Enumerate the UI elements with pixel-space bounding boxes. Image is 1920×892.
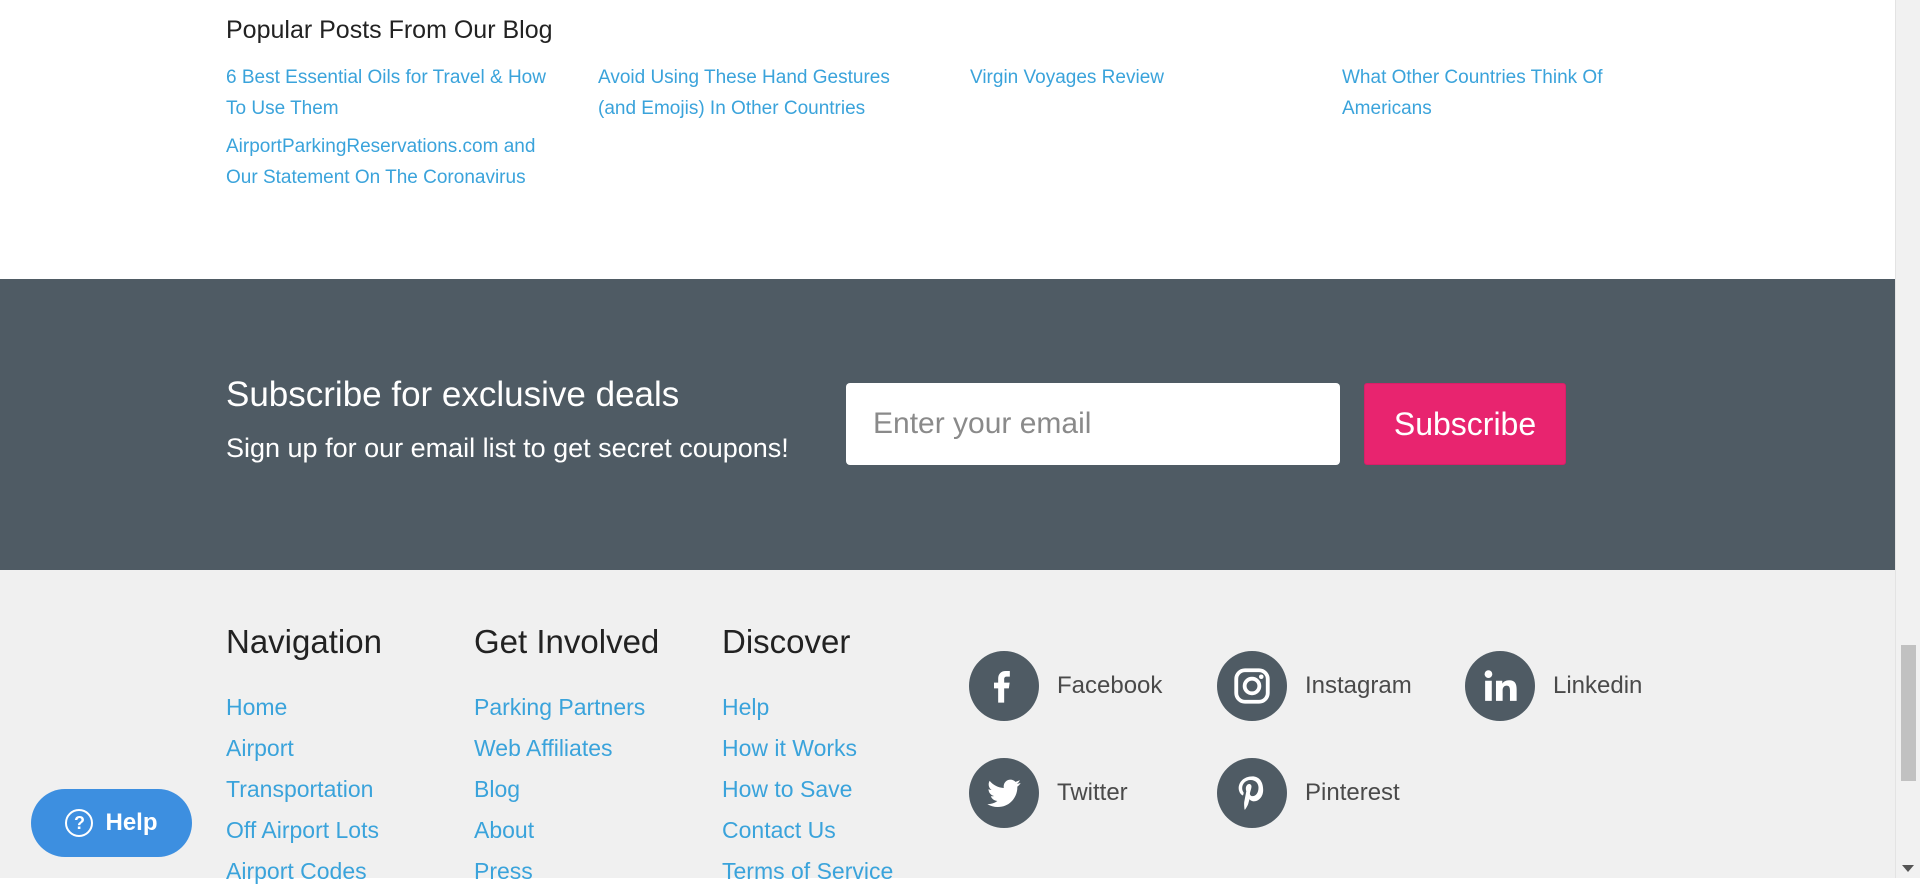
list-item: How to Save bbox=[722, 769, 893, 810]
social-link-twitter[interactable]: Twitter bbox=[969, 758, 1128, 828]
popular-posts-section: Popular Posts From Our Blog 6 Best Essen… bbox=[0, 0, 1895, 279]
email-input[interactable] bbox=[846, 383, 1340, 465]
list-item: Airport bbox=[226, 728, 379, 769]
footer-link-blog[interactable]: Blog bbox=[474, 776, 520, 802]
list-item: Terms of Service bbox=[722, 851, 893, 892]
blog-post-link[interactable]: Virgin Voyages Review bbox=[970, 62, 1290, 93]
footer-column-heading: Navigation bbox=[226, 623, 382, 660]
blog-post-link[interactable]: Avoid Using These Hand Gestures (and Emo… bbox=[598, 62, 918, 124]
footer-link-list: Help How it Works How to Save Contact Us… bbox=[722, 687, 893, 892]
subscribe-heading: Subscribe for exclusive deals bbox=[226, 375, 680, 414]
footer-link-parking-partners[interactable]: Parking Partners bbox=[474, 694, 645, 720]
footer-link-how-it-works[interactable]: How it Works bbox=[722, 735, 857, 761]
footer-link-help[interactable]: Help bbox=[722, 694, 769, 720]
linkedin-icon bbox=[1465, 651, 1535, 721]
social-link-pinterest[interactable]: Pinterest bbox=[1217, 758, 1400, 828]
footer-link-airport[interactable]: Airport bbox=[226, 735, 294, 761]
footer-link-list: Home Airport Transportation Off Airport … bbox=[226, 687, 379, 892]
footer-link-transportation[interactable]: Transportation bbox=[226, 776, 373, 802]
scrollbar-thumb[interactable] bbox=[1901, 645, 1916, 781]
footer-link-home[interactable]: Home bbox=[226, 694, 287, 720]
scroll-down-arrow-icon[interactable] bbox=[1902, 865, 1914, 872]
footer-link-off-airport-lots[interactable]: Off Airport Lots bbox=[226, 817, 379, 843]
footer-link-how-to-save[interactable]: How to Save bbox=[722, 776, 852, 802]
subscribe-description: Sign up for our email list to get secret… bbox=[226, 433, 789, 463]
social-link-instagram[interactable]: Instagram bbox=[1217, 651, 1412, 721]
list-item: Press bbox=[474, 851, 645, 892]
footer-column-heading: Discover bbox=[722, 623, 851, 660]
facebook-icon bbox=[969, 651, 1039, 721]
social-link-facebook[interactable]: Facebook bbox=[969, 651, 1162, 721]
pinterest-icon bbox=[1217, 758, 1287, 828]
list-item: About bbox=[474, 810, 645, 851]
list-item: How it Works bbox=[722, 728, 893, 769]
list-item: Home bbox=[226, 687, 379, 728]
social-link-linkedin[interactable]: Linkedin bbox=[1465, 651, 1642, 721]
footer-link-contact-us[interactable]: Contact Us bbox=[722, 817, 836, 843]
social-label: Twitter bbox=[1057, 779, 1128, 806]
help-chat-button[interactable]: ? Help bbox=[31, 789, 192, 857]
list-item: Transportation bbox=[226, 769, 379, 810]
footer-column-heading: Get Involved bbox=[474, 623, 660, 660]
question-icon: ? bbox=[65, 809, 94, 837]
blog-post-link[interactable]: AirportParkingReservations.com and Our S… bbox=[226, 131, 536, 193]
blog-section-title: Popular Posts From Our Blog bbox=[226, 16, 553, 44]
footer-link-list: Parking Partners Web Affiliates Blog Abo… bbox=[474, 687, 645, 892]
list-item: Off Airport Lots bbox=[226, 810, 379, 851]
subscribe-button[interactable]: Subscribe bbox=[1364, 383, 1566, 465]
list-item: Parking Partners bbox=[474, 687, 645, 728]
list-item: Contact Us bbox=[722, 810, 893, 851]
help-label: Help bbox=[105, 809, 158, 836]
page-scrollbar[interactable] bbox=[1895, 0, 1920, 878]
footer-link-web-affiliates[interactable]: Web Affiliates bbox=[474, 735, 613, 761]
social-label: Facebook bbox=[1057, 672, 1163, 699]
footer-link-about[interactable]: About bbox=[474, 817, 534, 843]
site-footer: Navigation Home Airport Transportation O… bbox=[0, 570, 1895, 884]
social-label: Linkedin bbox=[1553, 672, 1643, 699]
instagram-icon bbox=[1217, 651, 1287, 721]
subscribe-section: Subscribe for exclusive deals Sign up fo… bbox=[0, 279, 1895, 570]
list-item: Blog bbox=[474, 769, 645, 810]
social-label: Pinterest bbox=[1305, 779, 1400, 806]
footer-link-airport-codes[interactable]: Airport Codes bbox=[226, 858, 367, 884]
blog-post-link[interactable]: 6 Best Essential Oils for Travel & How T… bbox=[226, 62, 546, 124]
twitter-icon bbox=[969, 758, 1039, 828]
footer-link-terms-of-service[interactable]: Terms of Service bbox=[722, 858, 893, 884]
footer-link-press[interactable]: Press bbox=[474, 858, 533, 884]
list-item: Web Affiliates bbox=[474, 728, 645, 769]
list-item: Airport Codes bbox=[226, 851, 379, 892]
list-item: Help bbox=[722, 687, 893, 728]
social-label: Instagram bbox=[1305, 672, 1412, 699]
blog-post-link[interactable]: What Other Countries Think Of Americans bbox=[1342, 62, 1662, 124]
